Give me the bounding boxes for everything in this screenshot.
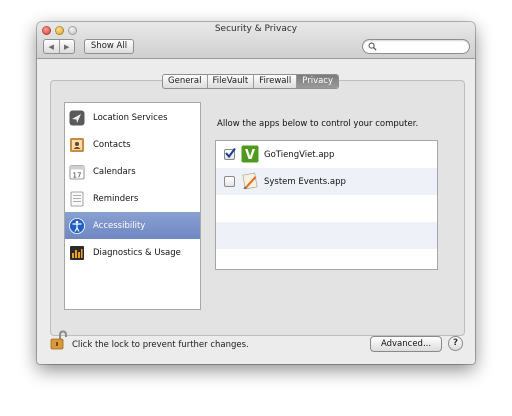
diagnostics-chart-icon bbox=[70, 245, 84, 260]
calendar-icon: 17 bbox=[69, 164, 85, 179]
privacy-category-list: Location Services Contacts 17 Calendars bbox=[64, 102, 201, 310]
security-privacy-window: Security & Privacy ◀ ▶ Show All General … bbox=[37, 22, 475, 364]
gotiengviet-icon-letter: V bbox=[245, 148, 255, 163]
lock-status-text: Click the lock to prevent further change… bbox=[72, 340, 249, 350]
sidebar-item-reminders[interactable]: Reminders bbox=[65, 185, 200, 212]
allow-apps-instructions: Allow the apps below to control your com… bbox=[217, 119, 419, 129]
empty-row bbox=[216, 222, 437, 249]
sidebar-item-accessibility[interactable]: Accessibility bbox=[65, 212, 200, 239]
title-bar: Security & Privacy ◀ ▶ Show All bbox=[37, 22, 475, 59]
app-name: GoTiengViet.app bbox=[264, 150, 335, 160]
forward-button[interactable]: ▶ bbox=[58, 40, 75, 53]
reminders-list-icon bbox=[70, 191, 84, 206]
gotiengviet-app-icon: V bbox=[241, 145, 259, 163]
sidebar-item-label: Location Services bbox=[93, 112, 168, 123]
app-enable-checkbox[interactable] bbox=[224, 176, 235, 187]
search-icon bbox=[368, 42, 377, 51]
accessibility-icon bbox=[69, 217, 85, 234]
tab-privacy[interactable]: Privacy bbox=[296, 75, 339, 88]
accessibility-detail-pane: Allow the apps below to control your com… bbox=[205, 103, 443, 307]
tab-bar: General FileVault Firewall Privacy bbox=[162, 74, 340, 89]
back-button[interactable]: ◀ bbox=[44, 40, 59, 53]
sidebar-item-label: Reminders bbox=[93, 193, 139, 204]
window-title: Security & Privacy bbox=[214, 24, 298, 34]
app-enable-checkbox[interactable] bbox=[224, 147, 236, 160]
tab-firewall[interactable]: Firewall bbox=[253, 75, 296, 88]
help-button[interactable]: ? bbox=[448, 336, 463, 351]
show-all-button[interactable]: Show All bbox=[84, 39, 134, 54]
app-list: V GoTiengViet.app System Events.app bbox=[215, 140, 438, 270]
empty-row bbox=[216, 195, 437, 222]
location-arrow-icon bbox=[69, 110, 85, 125]
contacts-book-icon bbox=[70, 137, 84, 152]
advanced-button[interactable]: Advanced... bbox=[370, 336, 442, 352]
back-forward-control: ◀ ▶ bbox=[43, 39, 75, 54]
sidebar-item-contacts[interactable]: Contacts bbox=[65, 131, 200, 158]
app-name: System Events.app bbox=[264, 177, 346, 187]
checkmark-icon bbox=[225, 147, 236, 159]
sidebar-item-calendars[interactable]: 17 Calendars bbox=[65, 158, 200, 185]
app-row-gotiengviet[interactable]: V GoTiengViet.app bbox=[216, 141, 437, 168]
sidebar-item-label: Calendars bbox=[93, 166, 136, 177]
sidebar-item-label: Contacts bbox=[93, 139, 131, 150]
sidebar-item-location-services[interactable]: Location Services bbox=[65, 104, 200, 131]
system-events-app-icon bbox=[242, 172, 258, 190]
tab-general[interactable]: General bbox=[163, 75, 206, 88]
sidebar-item-label: Diagnostics & Usage bbox=[93, 247, 181, 258]
tab-filevault[interactable]: FileVault bbox=[206, 75, 254, 88]
calendar-date-text: 17 bbox=[73, 171, 82, 179]
lock-icon[interactable] bbox=[50, 330, 68, 350]
search-input[interactable] bbox=[362, 39, 470, 54]
sidebar-item-diagnostics-usage[interactable]: Diagnostics & Usage bbox=[65, 239, 200, 266]
sidebar-item-label: Accessibility bbox=[93, 220, 146, 231]
app-row-system-events[interactable]: System Events.app bbox=[216, 168, 437, 195]
